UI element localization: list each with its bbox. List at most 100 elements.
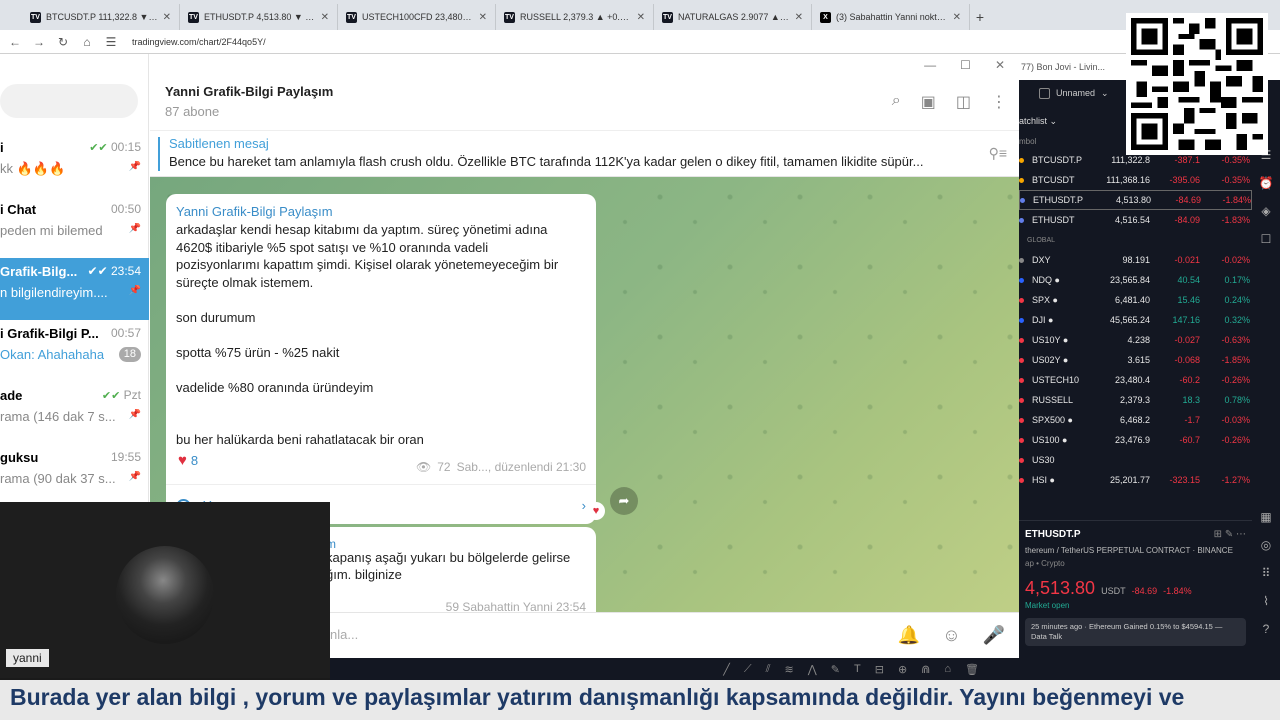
lock-icon[interactable]: ⌂ <box>944 663 951 675</box>
browser-tab[interactable]: X(3) Sabahattin Yanni nokta Eteh✕ <box>812 4 970 30</box>
search-input[interactable] <box>0 84 138 118</box>
measure-icon[interactable]: ⊟ <box>875 663 884 676</box>
webcam-label: yanni <box>6 649 49 667</box>
pinned-message[interactable]: Sabitlenen mesaj Bence bu hareket tam an… <box>150 130 1019 177</box>
reaction[interactable]: ♥ 8 <box>178 452 198 469</box>
browser-tab[interactable]: TVNATURALGAS 2.9077 ▲ +2.6%✕ <box>654 4 812 30</box>
message-author[interactable]: Yanni Grafik-Bilgi Paylaşım <box>176 204 586 219</box>
watchlist-row[interactable]: HSI ● 25,201.77 -323.15 -1.27% <box>1019 470 1252 490</box>
back-icon[interactable]: ← <box>8 35 22 49</box>
text-icon[interactable]: T <box>854 663 861 675</box>
close-icon[interactable]: ✕ <box>479 12 487 23</box>
forward-icon[interactable]: → <box>32 35 46 49</box>
trend-line-icon[interactable]: ╱ <box>723 663 730 676</box>
emoji-icon[interactable]: ☺ <box>942 625 960 646</box>
site-settings-icon[interactable]: ☰ <box>104 35 118 49</box>
close-icon[interactable]: ✕ <box>163 12 171 23</box>
pattern-icon[interactable]: ⋀ <box>808 663 817 676</box>
change-cell: 18.3 <box>1182 395 1200 405</box>
watchlist-row[interactable]: SPX ● 6,481.40 15.46 0.24% <box>1019 290 1252 310</box>
brush-icon[interactable]: ✎ <box>831 663 840 676</box>
browser-tab[interactable]: TVUSTECH100CFD 23,480.4 ▼ −0.26%✕ <box>338 4 496 30</box>
watchlist-row[interactable]: ETHUSDT 4,516.54 -84.09 -1.83% <box>1019 210 1252 230</box>
calendar-icon[interactable]: ▦ <box>1260 510 1271 524</box>
fib-icon[interactable]: ≋ <box>785 663 794 676</box>
watchlist-row[interactable]: RUSSELL 2,379.3 18.3 0.78% <box>1019 390 1252 410</box>
news-item[interactable]: 25 minutes ago · Ethereum Gained 0.15% t… <box>1025 618 1246 646</box>
ideas-icon[interactable]: ◎ <box>1261 538 1271 552</box>
chat-list-item-active[interactable]: Grafik-Bilg... ✔✔ 23:54 n bilgilendireyim… <box>0 258 149 320</box>
zoom-icon[interactable]: ⊕ <box>898 663 907 676</box>
watchlist-row[interactable]: ETHUSDT.P 4,513.80 -84.69 -1.84% <box>1019 190 1252 210</box>
chat-list-item[interactable]: ade ✔✔ Pzt rama (146 dak 7 s... 📌 <box>0 382 149 444</box>
chat-list-item[interactable]: i ✔✔ 00:15 kk 🔥🔥🔥 📌 <box>0 134 149 196</box>
trash-icon[interactable]: 🗑 <box>965 663 979 676</box>
more-icon[interactable]: ⊞ ✎ ⋯ <box>1214 529 1246 540</box>
magnet-icon[interactable]: ⋒ <box>921 663 930 676</box>
layout-name[interactable]: Unnamed <box>1056 88 1095 98</box>
chat-list-item[interactable]: i Chat 00:50 peden mi bilemed 📌 <box>0 196 149 258</box>
watchlist-row[interactable]: SPX500 ● 6,468.2 -1.7 -0.03% <box>1019 410 1252 430</box>
microphone-icon[interactable]: 🎤 <box>983 625 1005 646</box>
watchlist-row[interactable]: NDQ ● 23,565.84 40.54 0.17% <box>1019 270 1252 290</box>
checkbox[interactable] <box>1039 87 1050 99</box>
apps-icon[interactable]: ⠿ <box>1262 566 1271 580</box>
unpin-icon[interactable]: ⚲≡ <box>989 145 1007 162</box>
watchlist-row[interactable]: US100 ● 23,476.9 -60.7 -0.26% <box>1019 430 1252 450</box>
watchlist-row[interactable]: DJI ● 45,565.24 147.16 0.32% <box>1019 310 1252 330</box>
symbol-dot-icon <box>1019 417 1024 423</box>
watchlist-row[interactable]: USTECH10 23,480.4 -60.2 -0.26% <box>1019 370 1252 390</box>
tradingview-favicon-icon: TV <box>662 11 673 23</box>
new-tab-button[interactable]: + <box>970 4 990 30</box>
live-chat-icon[interactable]: ▣ <box>921 92 936 112</box>
change-cell: 147.16 <box>1172 315 1200 325</box>
alerts-icon[interactable]: ⏰ <box>1259 176 1274 190</box>
signal-icon[interactable]: ⌇ <box>1263 594 1269 608</box>
forward-button[interactable]: ➦ <box>610 487 638 515</box>
chevron-down-icon[interactable]: ⌄ <box>1101 88 1109 99</box>
bell-icon[interactable]: 🔔 <box>898 625 920 646</box>
message-input[interactable]: nla... <box>330 627 358 642</box>
browser-tab[interactable]: TVETHUSDT.P 4,513.80 ▼ −1.84%✕ <box>180 4 338 30</box>
browser-tab[interactable]: TVBTCUSDT.P 111,322.8 ▼ −0.35%✕ <box>22 4 180 30</box>
chat-list-item[interactable]: guksu 19:55 rama (90 dak 37 s... 📌 <box>0 444 149 506</box>
channel-icon[interactable]: ⫽ <box>766 663 771 676</box>
percent-cell: 0.24% <box>1224 295 1250 305</box>
browser-tab[interactable]: TVRUSSELL 2,379.3 ▲ +0.78% Unnamed✕ <box>496 4 654 30</box>
watchlist-row[interactable]: US10Y ● 4.238 -0.027 -0.63% <box>1019 330 1252 350</box>
close-icon[interactable]: ✕ <box>795 12 803 23</box>
minimize-icon[interactable]: — <box>924 58 936 72</box>
symbol-name[interactable]: ETHUSDT.P <box>1025 529 1081 540</box>
maximize-icon[interactable]: ☐ <box>960 58 971 72</box>
eye-icon: 👁 <box>415 460 432 474</box>
chat-icon[interactable]: ☐ <box>1261 232 1272 246</box>
close-icon[interactable]: ✕ <box>637 12 645 23</box>
watchlist-row[interactable]: US30 <box>1019 450 1252 470</box>
symbol-dot-icon <box>1019 277 1024 283</box>
reload-icon[interactable]: ↻ <box>56 35 70 49</box>
home-icon[interactable]: ⌂ <box>80 35 94 49</box>
more-options-icon[interactable]: ⋮ <box>991 92 1007 112</box>
close-icon[interactable]: ✕ <box>995 58 1005 72</box>
last-cell: 25,201.77 <box>1109 475 1150 485</box>
symbol-cell: HSI ● <box>1032 475 1055 485</box>
last-cell: 45,565.24 <box>1109 315 1150 325</box>
percent-cell: 0.32% <box>1224 315 1250 325</box>
symbol-dot-icon <box>1019 317 1024 323</box>
reaction-heart-icon[interactable]: ♥ <box>587 502 605 520</box>
chat-list-item[interactable]: i Grafik-Bilgi P... 00:57 Okan: Ahahahaha… <box>0 320 149 382</box>
help-icon[interactable]: ? <box>1263 622 1270 636</box>
layers-icon[interactable]: ◈ <box>1261 204 1270 218</box>
search-icon[interactable]: ⌕ <box>892 92 901 112</box>
watchlist-row[interactable]: BTCUSDT 111,368.16 -395.06 -0.35% <box>1019 170 1252 190</box>
channel-name[interactable]: Yanni Grafik-Bilgi Paylaşım <box>165 84 333 99</box>
watchlist-row[interactable]: DXY 98.191 -0.021 -0.02% <box>1019 250 1252 270</box>
message-bubble[interactable]: Yanni Grafik-Bilgi Paylaşım arkadaşlar k… <box>166 194 596 524</box>
watchlist-row[interactable]: US02Y ● 3.615 -0.068 -1.85% <box>1019 350 1252 370</box>
close-icon[interactable]: ✕ <box>321 12 329 23</box>
ray-icon[interactable]: ⟋ <box>744 663 752 676</box>
close-icon[interactable]: ✕ <box>953 12 961 23</box>
symbol-dot-icon <box>1019 177 1024 183</box>
url-field[interactable]: tradingview.com/chart/2F44qo5Y/ <box>132 37 266 47</box>
sidebar-toggle-icon[interactable]: ◫ <box>956 92 971 112</box>
